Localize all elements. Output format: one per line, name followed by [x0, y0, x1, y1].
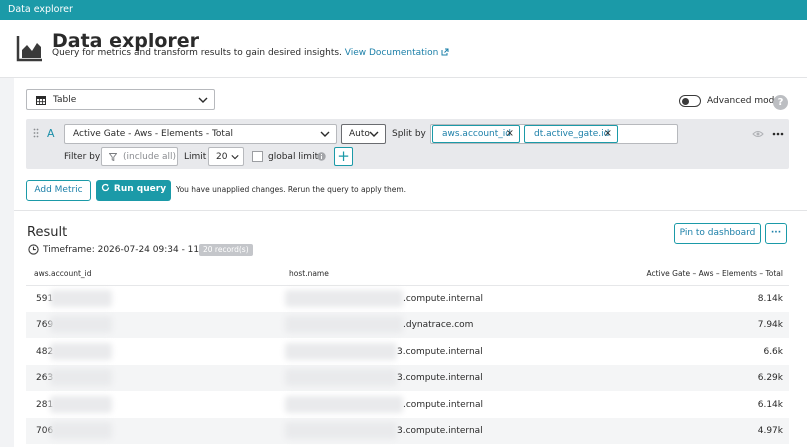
- redacted-value: [285, 316, 403, 333]
- value-cell: 8.14k: [757, 294, 783, 304]
- filter-input[interactable]: (include all): [101, 147, 178, 166]
- redacted-value: [50, 290, 112, 307]
- add-filter-button[interactable]: +: [334, 147, 353, 166]
- column-header[interactable]: aws.account_id: [34, 269, 92, 278]
- host-cell: .compute.internal: [403, 400, 483, 410]
- redacted-value: [50, 316, 112, 333]
- clock-icon: [28, 244, 39, 255]
- split-by-chip[interactable]: dt.active_gate.id ×: [524, 125, 618, 143]
- host-cell: .dynatrace.com: [403, 320, 474, 330]
- info-icon[interactable]: [317, 152, 326, 161]
- redacted-value: [285, 422, 397, 439]
- visualization-select[interactable]: Table: [26, 89, 215, 110]
- table-icon: [36, 96, 46, 105]
- chevron-down-icon: [369, 131, 379, 137]
- value-cell: 6.14k: [757, 400, 783, 410]
- external-link-icon: [441, 48, 449, 56]
- column-header[interactable]: Active Gate – Aws – Elements – Total: [647, 269, 783, 278]
- view-documentation-link[interactable]: View Documentation: [345, 48, 449, 58]
- value-cell: 6.6k: [763, 347, 783, 357]
- host-cell: 3.compute.internal: [397, 373, 483, 383]
- metric-select-label: Active Gate - Aws - Elements - Total: [73, 129, 233, 139]
- visualization-select-label: Table: [53, 94, 77, 105]
- redacted-value: [50, 369, 112, 386]
- host-cell: 3.compute.internal: [397, 426, 483, 436]
- add-metric-button[interactable]: Add Metric: [26, 180, 91, 201]
- page-header: Data explorer Query for metrics and tran…: [0, 20, 807, 78]
- redacted-value: [50, 422, 112, 439]
- host-cell: 3.compute.internal: [397, 347, 483, 357]
- remove-chip-icon[interactable]: ×: [506, 126, 514, 142]
- redacted-value: [50, 343, 112, 360]
- more-options-icon[interactable]: [772, 132, 784, 136]
- top-bar-title: Data explorer: [8, 4, 73, 15]
- global-limit-label: global limit: [268, 152, 319, 162]
- value-cell: 7.94k: [757, 320, 783, 330]
- timeframe: Timeframe: 2026-07-24 09:34 - 11:34: [43, 245, 214, 255]
- limit-label: Limit: [184, 152, 207, 162]
- redacted-value: [285, 396, 403, 413]
- global-limit-checkbox[interactable]: [252, 151, 263, 162]
- host-cell: .compute.internal: [403, 294, 483, 304]
- eye-icon[interactable]: [752, 130, 764, 138]
- drag-handle-icon[interactable]: [33, 128, 39, 138]
- run-query-button[interactable]: Run query: [96, 180, 171, 201]
- chevron-down-icon: [320, 131, 330, 137]
- value-cell: 4.97k: [757, 426, 783, 436]
- filter-icon: [109, 153, 117, 161]
- advanced-mode-toggle[interactable]: [679, 95, 701, 107]
- advanced-mode-label: Advanced mode: [707, 96, 780, 106]
- redacted-value: [50, 396, 112, 413]
- redacted-value: [285, 343, 397, 360]
- section-divider: [14, 210, 807, 211]
- redacted-value: [285, 369, 397, 386]
- result-title: Result: [27, 225, 68, 240]
- refresh-icon: [101, 183, 110, 192]
- chevron-down-icon: [198, 97, 208, 103]
- redacted-value: [285, 290, 403, 307]
- metric-select[interactable]: Active Gate - Aws - Elements - Total: [64, 124, 337, 144]
- aggregation-select[interactable]: Auto: [341, 124, 386, 144]
- bar-chart-icon: [16, 36, 42, 62]
- unapplied-changes-notice: You have unapplied changes. Rerun the qu…: [176, 185, 407, 194]
- pin-to-dashboard-button[interactable]: Pin to dashboard: [674, 223, 761, 244]
- header-divider: [26, 285, 789, 286]
- chevron-down-icon: [231, 154, 239, 159]
- query-letter: A: [47, 127, 55, 140]
- split-by-chip[interactable]: aws.account_id ×: [432, 125, 520, 143]
- limit-value: 20: [216, 151, 228, 162]
- top-bar: Data explorer: [0, 0, 807, 20]
- column-header[interactable]: host.name: [289, 269, 329, 278]
- page-subtitle: Query for metrics and transform results …: [52, 48, 449, 58]
- record-count-badge: 20 record(s): [199, 244, 253, 256]
- filter-placeholder: (include all): [123, 151, 177, 162]
- value-cell: 6.29k: [757, 373, 783, 383]
- limit-select[interactable]: 20: [208, 147, 244, 166]
- toggle-knob: [682, 97, 689, 105]
- aggregation-select-label: Auto: [349, 129, 370, 139]
- filter-by-label: Filter by: [64, 152, 101, 162]
- remove-chip-icon[interactable]: ×: [604, 126, 612, 142]
- result-more-button[interactable]: ···: [765, 223, 787, 244]
- help-icon[interactable]: ?: [773, 95, 788, 110]
- split-by-label: Split by: [392, 129, 426, 139]
